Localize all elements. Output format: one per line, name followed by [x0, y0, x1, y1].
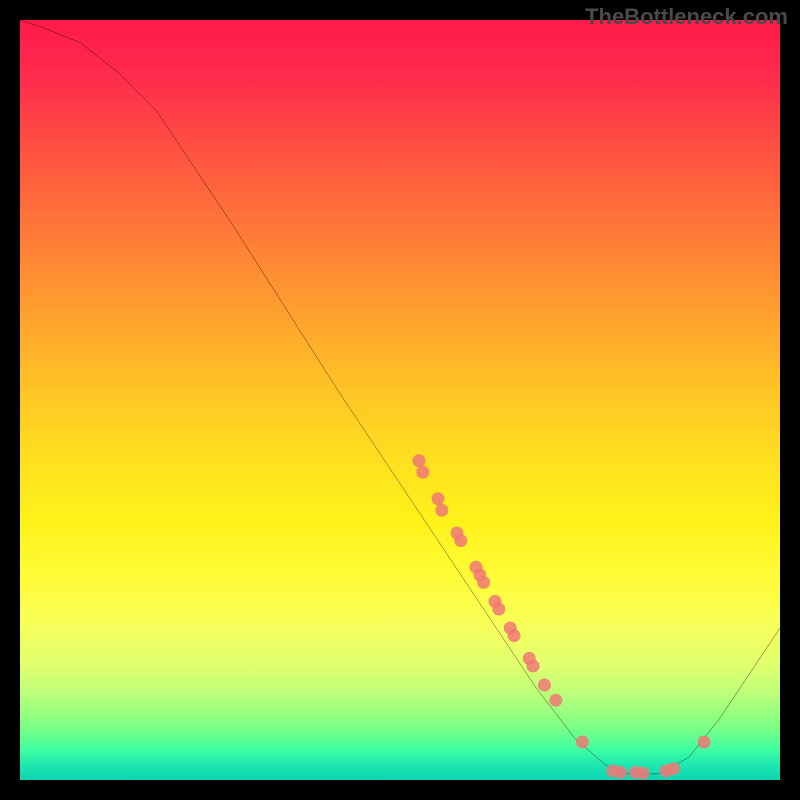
data-point: [435, 504, 448, 517]
data-point: [667, 762, 680, 775]
data-point: [614, 766, 627, 779]
data-point: [432, 492, 445, 505]
data-point: [637, 767, 650, 780]
watermark-text: TheBottleneck.com: [585, 4, 788, 30]
plot-area: [20, 20, 780, 780]
points-svg: [20, 20, 780, 780]
data-point: [576, 736, 589, 749]
data-point: [538, 679, 551, 692]
data-point: [527, 660, 540, 673]
data-point: [698, 736, 711, 749]
data-point: [413, 454, 426, 467]
data-point: [549, 694, 562, 707]
data-point: [492, 603, 505, 616]
data-point: [477, 576, 490, 589]
data-point: [454, 534, 467, 547]
data-point: [508, 629, 521, 642]
data-point: [416, 466, 429, 479]
